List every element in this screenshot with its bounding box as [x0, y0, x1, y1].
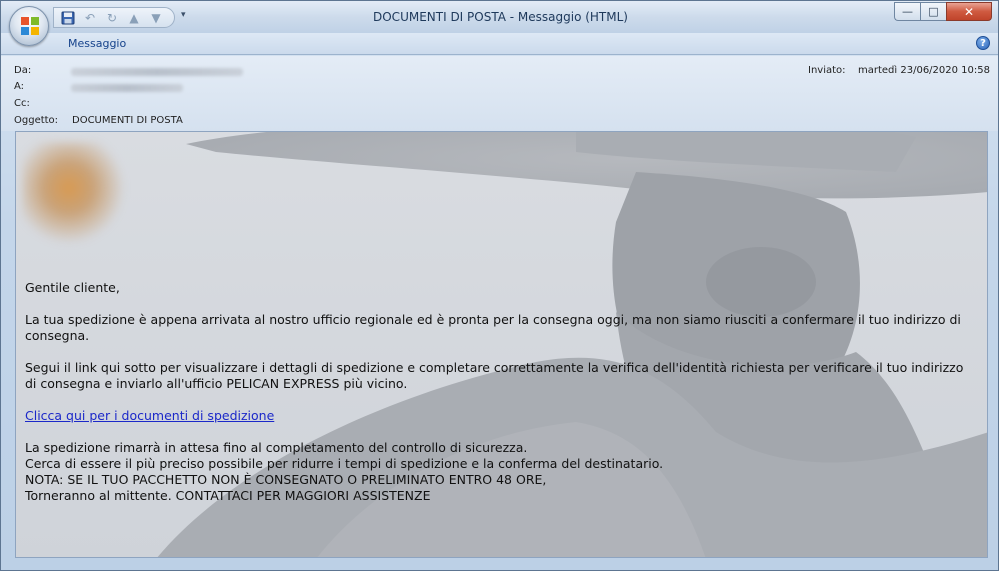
from-value-redacted: [71, 68, 243, 76]
message-text: Gentile cliente, La tua spedizione è app…: [25, 280, 970, 504]
office-button[interactable]: [9, 6, 49, 46]
subject-label: Oggetto:: [14, 115, 59, 126]
cc-label: Cc:: [14, 98, 30, 109]
title-bar[interactable]: ↶ ↻ ▲ ▼ ▾ DOCUMENTI DI POSTA - Messaggio…: [1, 1, 998, 33]
closing-line-4: Torneranno al mittente. CONTATTACI PER M…: [25, 488, 431, 503]
email-window: ↶ ↻ ▲ ▼ ▾ DOCUMENTI DI POSTA - Messaggio…: [0, 0, 999, 571]
closing-line-2: Cerca di essere il più preciso possibile…: [25, 456, 664, 471]
message-body[interactable]: Gentile cliente, La tua spedizione è app…: [15, 131, 988, 558]
from-label: Da:: [14, 65, 32, 76]
close-button[interactable]: ✕: [946, 2, 992, 21]
help-icon[interactable]: ?: [976, 36, 990, 50]
sent-value: martedì 23/06/2020 10:58: [858, 65, 990, 76]
window-title: DOCUMENTI DI POSTA - Messaggio (HTML): [373, 10, 628, 24]
tab-messaggio[interactable]: Messaggio: [68, 37, 126, 50]
window-controls: — □ ✕: [894, 2, 992, 21]
paragraph-1: La tua spedizione è appena arrivata al n…: [25, 312, 961, 343]
message-header: Da: A: Cc: Oggetto: DOCUMENTI DI POSTA I…: [1, 56, 998, 131]
office-logo-icon: [21, 17, 39, 35]
sent-label: Inviato:: [808, 65, 846, 76]
shipping-documents-link[interactable]: Clicca qui per i documenti di spedizione: [25, 408, 274, 423]
maximize-button[interactable]: □: [920, 2, 946, 21]
sender-logo-image: [22, 142, 126, 244]
to-value-redacted: [71, 84, 183, 92]
ribbon-tabs: Messaggio ?: [1, 33, 998, 55]
closing-line-3: NOTA: SE IL TUO PACCHETTO NON È CONSEGNA…: [25, 472, 547, 487]
minimize-button[interactable]: —: [894, 2, 920, 21]
subject-value: DOCUMENTI DI POSTA: [72, 115, 183, 126]
paragraph-2: Segui il link qui sotto per visualizzare…: [25, 360, 964, 391]
greeting: Gentile cliente,: [25, 280, 120, 295]
closing-line-1: La spedizione rimarrà in attesa fino al …: [25, 440, 528, 455]
to-label: A:: [14, 81, 25, 92]
